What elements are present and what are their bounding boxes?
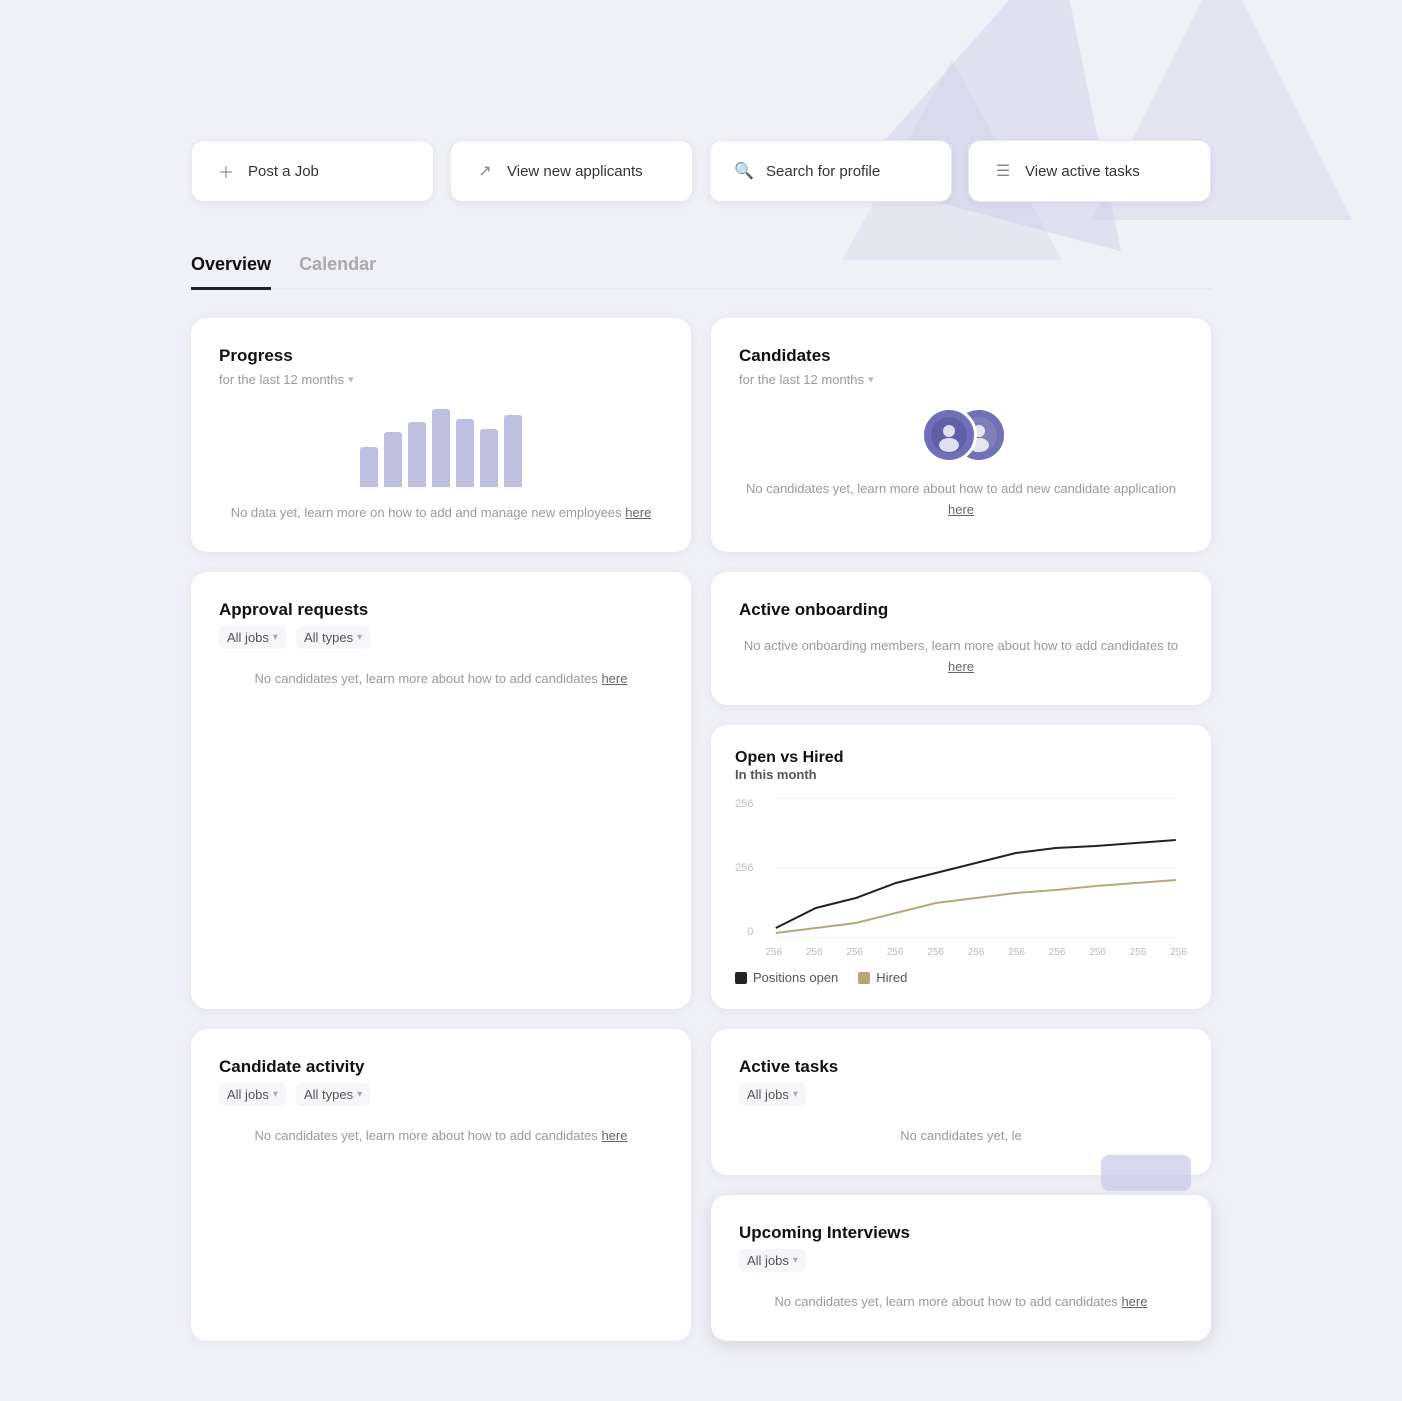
main-grid: Progress for the last 12 months ▾ No dat… xyxy=(191,318,1211,1341)
progress-card: Progress for the last 12 months ▾ No dat… xyxy=(191,318,691,552)
candidates-empty-text: No candidates yet, learn more about how … xyxy=(739,479,1183,521)
tasks-empty-text: No candidates yet, le xyxy=(739,1126,1183,1147)
arrow-out-icon: ↗ xyxy=(475,161,495,181)
y-label-bottom: 0 xyxy=(735,926,753,938)
tabs: Overview Calendar xyxy=(191,242,1211,290)
activity-empty-text: No candidates yet, learn more about how … xyxy=(219,1126,663,1147)
tab-calendar[interactable]: Calendar xyxy=(299,242,376,290)
view-applicants-label: View new applicants xyxy=(507,163,643,180)
progress-title: Progress xyxy=(219,346,663,366)
tab-overview[interactable]: Overview xyxy=(191,242,271,290)
candidates-link[interactable]: here xyxy=(948,502,974,517)
chevron-down-icon-8: ▾ xyxy=(793,1255,798,1266)
activity-jobs-filter[interactable]: All jobs ▾ xyxy=(219,1083,286,1106)
bar-3 xyxy=(408,422,426,487)
tasks-jobs-filter[interactable]: All jobs ▾ xyxy=(739,1083,806,1106)
interviews-jobs-filter[interactable]: All jobs ▾ xyxy=(739,1249,806,1272)
approval-card: Approval requests All jobs ▾ All types ▾… xyxy=(191,572,691,1010)
view-tasks-label: View active tasks xyxy=(1025,163,1140,180)
line-chart-svg xyxy=(765,798,1187,938)
tasks-card: Active tasks All jobs ▾ No candidates ye… xyxy=(711,1029,1211,1175)
chevron-down-icon-4: ▾ xyxy=(357,632,362,643)
view-tasks-button[interactable]: ☰ View active tasks xyxy=(968,140,1211,202)
chart-legend: Positions open Hired xyxy=(735,970,1187,985)
onboarding-title: Active onboarding xyxy=(739,600,1183,620)
activity-title: Candidate activity xyxy=(219,1057,663,1077)
approval-filters: All jobs ▾ All types ▾ xyxy=(219,626,663,649)
interviews-empty-text: No candidates yet, learn more about how … xyxy=(739,1292,1183,1313)
onboarding-link[interactable]: here xyxy=(948,659,974,674)
post-job-label: Post a Job xyxy=(248,163,319,180)
legend-dot-hired xyxy=(858,972,870,984)
legend-dot-open xyxy=(735,972,747,984)
candidates-title: Candidates xyxy=(739,346,1183,366)
progress-subtitle: for the last 12 months ▾ xyxy=(219,372,663,387)
interviews-link[interactable]: here xyxy=(1121,1294,1147,1309)
chevron-down-icon-6: ▾ xyxy=(357,1089,362,1100)
bar-2 xyxy=(384,432,402,487)
action-bar: ＋ Post a Job ↗ View new applicants 🔍 Sea… xyxy=(191,140,1211,202)
y-label-mid: 256 xyxy=(735,862,753,874)
bar-6 xyxy=(480,429,498,487)
post-job-button[interactable]: ＋ Post a Job xyxy=(191,140,434,202)
chevron-down-icon-2: ▾ xyxy=(868,373,874,386)
onboarding-card: Active onboarding No active onboarding m… xyxy=(711,572,1211,706)
approval-jobs-filter[interactable]: All jobs ▾ xyxy=(219,626,286,649)
bar-5 xyxy=(456,419,474,487)
tasks-filters: All jobs ▾ xyxy=(739,1083,1183,1106)
interviews-filters: All jobs ▾ xyxy=(739,1249,1183,1272)
tasks-icon: ☰ xyxy=(993,161,1013,181)
progress-link[interactable]: here xyxy=(625,505,651,520)
onboarding-empty-text: No active onboarding members, learn more… xyxy=(739,636,1183,678)
activity-card: Candidate activity All jobs ▾ All types … xyxy=(191,1029,691,1341)
tasks-title: Active tasks xyxy=(739,1057,1183,1077)
chevron-down-icon-7: ▾ xyxy=(793,1089,798,1100)
activity-types-filter[interactable]: All types ▾ xyxy=(296,1083,370,1106)
chart-svg-container: 256256256256256256256256256256256 xyxy=(765,798,1187,958)
chart-area: 256 256 0 xyxy=(735,798,1187,958)
y-axis: 256 256 0 xyxy=(735,798,757,938)
candidates-card: Candidates for the last 12 months ▾ xyxy=(711,318,1211,552)
approval-empty-text: No candidates yet, learn more about how … xyxy=(219,669,663,690)
legend-hired: Hired xyxy=(858,970,907,985)
right-column: Active onboarding No active onboarding m… xyxy=(711,572,1211,1010)
chevron-down-icon: ▾ xyxy=(348,373,354,386)
candidates-subtitle: for the last 12 months ▾ xyxy=(739,372,1183,387)
candidates-avatar-group xyxy=(739,407,1183,463)
search-profile-label: Search for profile xyxy=(766,163,880,180)
activity-filters: All jobs ▾ All types ▾ xyxy=(219,1083,663,1106)
interviews-action-button[interactable] xyxy=(1101,1155,1191,1191)
avatar-1 xyxy=(921,407,977,463)
approval-title: Approval requests xyxy=(219,600,663,620)
chart-title: Open vs Hired xyxy=(735,749,1187,767)
bar-chart xyxy=(360,407,522,487)
open-vs-hired-card: Open vs Hired In this month 256 256 0 xyxy=(711,725,1211,1009)
right-bottom-column: Active tasks All jobs ▾ No candidates ye… xyxy=(711,1029,1211,1341)
plus-icon: ＋ xyxy=(216,161,236,181)
bar-7 xyxy=(504,415,522,487)
interviews-card: Upcoming Interviews All jobs ▾ No candid… xyxy=(711,1195,1211,1341)
view-applicants-button[interactable]: ↗ View new applicants xyxy=(450,140,693,202)
chevron-down-icon-3: ▾ xyxy=(273,632,278,643)
activity-link[interactable]: here xyxy=(601,1128,627,1143)
chevron-down-icon-5: ▾ xyxy=(273,1089,278,1100)
bar-4 xyxy=(432,409,450,487)
chart-subtitle: In this month xyxy=(735,767,1187,782)
progress-empty-text: No data yet, learn more on how to add an… xyxy=(219,503,663,524)
search-icon: 🔍 xyxy=(734,161,754,181)
approval-link[interactable]: here xyxy=(601,671,627,686)
legend-positions-open: Positions open xyxy=(735,970,838,985)
bar-1 xyxy=(360,447,378,487)
y-label-top: 256 xyxy=(735,798,753,810)
interviews-title: Upcoming Interviews xyxy=(739,1223,1183,1243)
search-profile-button[interactable]: 🔍 Search for profile xyxy=(709,140,952,202)
x-axis: 256256256256256256256256256256256 xyxy=(765,947,1187,958)
approval-types-filter[interactable]: All types ▾ xyxy=(296,626,370,649)
